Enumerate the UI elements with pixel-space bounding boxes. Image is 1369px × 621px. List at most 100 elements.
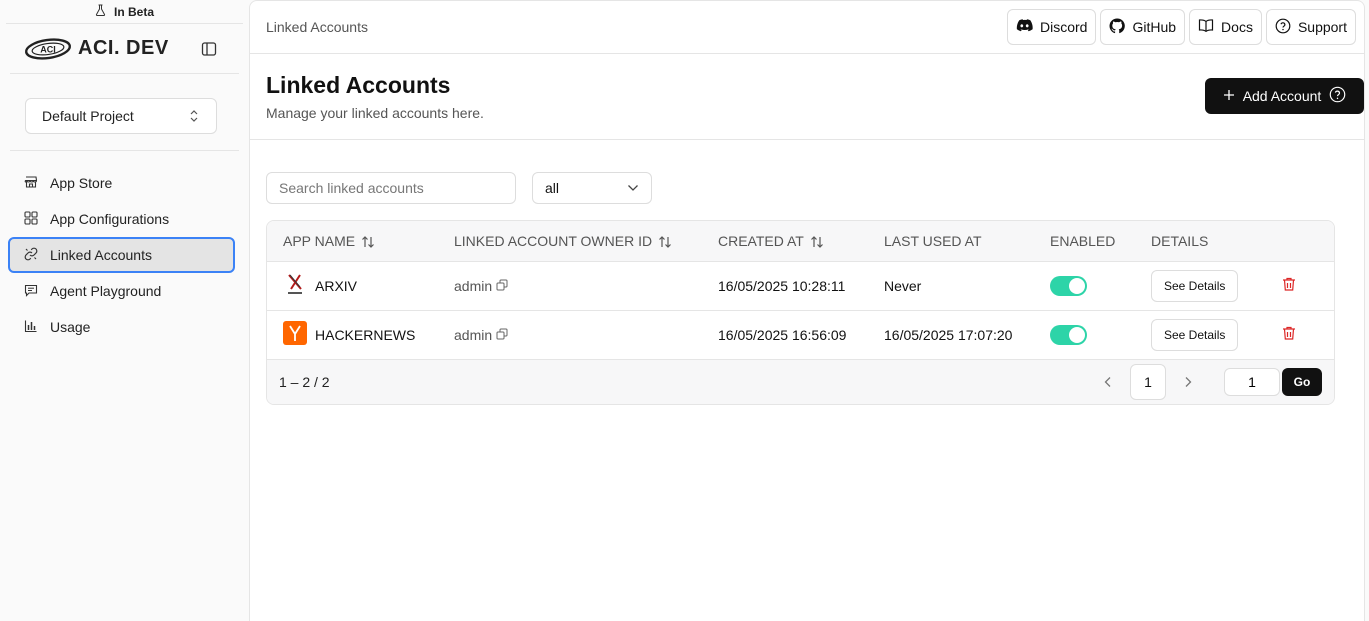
- help-circle-icon: [1275, 18, 1291, 37]
- goto-page-input[interactable]: [1224, 368, 1280, 396]
- brand-name: ACI. DEV: [78, 37, 169, 59]
- sort-icon[interactable]: [810, 235, 824, 249]
- go-button[interactable]: Go: [1282, 368, 1322, 396]
- support-button[interactable]: Support: [1265, 9, 1356, 45]
- add-account-label: Add Account: [1242, 88, 1322, 104]
- column-header-enabled: ENABLED: [1050, 232, 1116, 249]
- docs-label: Docs: [1221, 19, 1253, 35]
- chevron-right-icon[interactable]: [1174, 368, 1202, 396]
- add-account-button[interactable]: Add Account: [1205, 78, 1364, 114]
- sidebar: In Beta ACI ACI. DEV Default Project App…: [0, 0, 249, 621]
- column-header-created-at[interactable]: CREATED AT: [702, 221, 868, 261]
- page-header: Linked Accounts Manage your linked accou…: [250, 54, 1364, 140]
- logo-icon: ACI: [24, 37, 72, 60]
- discord-button[interactable]: Discord: [1007, 9, 1097, 45]
- sort-icon[interactable]: [361, 235, 375, 249]
- book-icon: [1198, 18, 1214, 36]
- owner-id-cell: admin: [454, 278, 508, 294]
- sort-icon[interactable]: [658, 235, 672, 249]
- status-filter-select[interactable]: all: [532, 172, 652, 204]
- sidebar-item-label: Usage: [50, 319, 91, 335]
- pagination: 1 Go: [1094, 364, 1322, 400]
- logo-text: ACI: [40, 44, 56, 54]
- search-input[interactable]: [266, 172, 516, 204]
- project-selector[interactable]: Default Project: [25, 98, 217, 134]
- flask-icon: [95, 4, 106, 19]
- grid-icon: [24, 210, 38, 228]
- github-button[interactable]: GitHub: [1100, 9, 1186, 45]
- trash-icon[interactable]: [1281, 276, 1297, 292]
- github-icon: [1109, 17, 1126, 37]
- last-used-at-cell: 16/05/2025 17:07:20: [884, 326, 1013, 343]
- enabled-toggle[interactable]: [1050, 275, 1087, 296]
- column-header-actions: [1265, 221, 1334, 261]
- chevron-down-icon: [627, 184, 639, 192]
- link-icon: [24, 247, 38, 264]
- sidebar-item-usage[interactable]: Usage: [8, 309, 235, 345]
- discord-icon: [1016, 18, 1033, 36]
- app-name: ARXIV: [315, 277, 358, 294]
- sidebar-item-linked-accounts[interactable]: Linked Accounts: [8, 237, 235, 273]
- table-row: HACKERNEWS admin 16/05/2025 16:56:09 16/…: [267, 310, 1334, 359]
- support-label: Support: [1297, 19, 1347, 35]
- owner-id: admin: [454, 277, 493, 294]
- pagination-summary: 1 – 2 / 2: [279, 374, 330, 390]
- docs-button[interactable]: Docs: [1189, 9, 1262, 45]
- hackernews-logo-icon: [283, 321, 307, 348]
- content: all APP NAME LINKED ACCOUNT OWNER ID CRE…: [250, 140, 1364, 405]
- column-label: APP NAME: [283, 232, 356, 249]
- top-actions: Discord GitHub Docs Support: [1007, 9, 1356, 45]
- last-used-at-cell: Never: [884, 277, 922, 294]
- sidebar-toggle-icon[interactable]: [201, 41, 217, 57]
- store-icon: [24, 175, 38, 192]
- column-label: LINKED ACCOUNT OWNER ID: [454, 232, 653, 249]
- github-label: GitHub: [1132, 19, 1177, 35]
- enabled-toggle[interactable]: [1050, 324, 1087, 345]
- brand-bar: ACI ACI. DEV: [10, 24, 239, 74]
- created-at-cell: 16/05/2025 16:56:09: [718, 326, 847, 343]
- table-header-row: APP NAME LINKED ACCOUNT OWNER ID CREATED…: [267, 221, 1334, 261]
- page-title: Linked Accounts: [266, 72, 451, 98]
- owner-id: admin: [454, 326, 493, 343]
- created-at-cell: 16/05/2025 10:28:11: [718, 277, 846, 294]
- chevrons-up-down-icon: [188, 109, 200, 123]
- sidebar-item-label: Agent Playground: [50, 283, 162, 299]
- discord-label: Discord: [1040, 19, 1088, 35]
- sidebar-nav: App Store App Configurations Linked Acco…: [0, 165, 249, 345]
- project-label: Default Project: [42, 108, 134, 124]
- app-name-cell: HACKERNEWS: [283, 321, 422, 348]
- column-label: CREATED AT: [718, 232, 804, 249]
- column-header-details: DETAILS: [1151, 232, 1209, 249]
- arxiv-logo-icon: [283, 272, 307, 299]
- status-filter-value: all: [545, 180, 560, 196]
- top-bar: Linked Accounts Discord GitHub Docs Supp…: [250, 1, 1364, 54]
- page-number-button[interactable]: 1: [1130, 364, 1166, 400]
- see-details-button[interactable]: See Details: [1151, 318, 1239, 351]
- chat-icon: [24, 283, 38, 300]
- bar-chart-icon: [24, 319, 38, 336]
- sidebar-item-app-store[interactable]: App Store: [8, 165, 235, 201]
- logo[interactable]: ACI ACI. DEV: [24, 37, 169, 61]
- see-details-button[interactable]: See Details: [1151, 269, 1239, 302]
- main-panel: Linked Accounts Discord GitHub Docs Supp…: [249, 0, 1365, 621]
- plus-icon: [1223, 88, 1235, 104]
- beta-label: In Beta: [113, 4, 154, 19]
- column-header-last-used-at: LAST USED AT: [884, 232, 982, 249]
- sidebar-item-agent-playground[interactable]: Agent Playground: [8, 273, 235, 309]
- copy-icon[interactable]: [496, 278, 508, 294]
- sidebar-item-app-configurations[interactable]: App Configurations: [8, 201, 235, 237]
- breadcrumb[interactable]: Linked Accounts: [266, 19, 368, 35]
- owner-id-cell: admin: [454, 327, 508, 343]
- beta-banner: In Beta: [6, 0, 243, 24]
- trash-icon[interactable]: [1281, 325, 1297, 341]
- chevron-left-icon[interactable]: [1094, 368, 1122, 396]
- linked-accounts-table: APP NAME LINKED ACCOUNT OWNER ID CREATED…: [266, 220, 1335, 405]
- page-subtitle: Manage your linked accounts here.: [266, 105, 484, 121]
- column-header-app-name[interactable]: APP NAME: [267, 221, 438, 261]
- copy-icon[interactable]: [496, 327, 508, 343]
- column-header-owner-id[interactable]: LINKED ACCOUNT OWNER ID: [438, 221, 702, 261]
- filters-bar: all: [266, 172, 1348, 204]
- sidebar-divider: [10, 150, 239, 151]
- help-circle-icon[interactable]: [1329, 86, 1346, 106]
- table-footer: 1 – 2 / 2 1 Go: [267, 359, 1334, 404]
